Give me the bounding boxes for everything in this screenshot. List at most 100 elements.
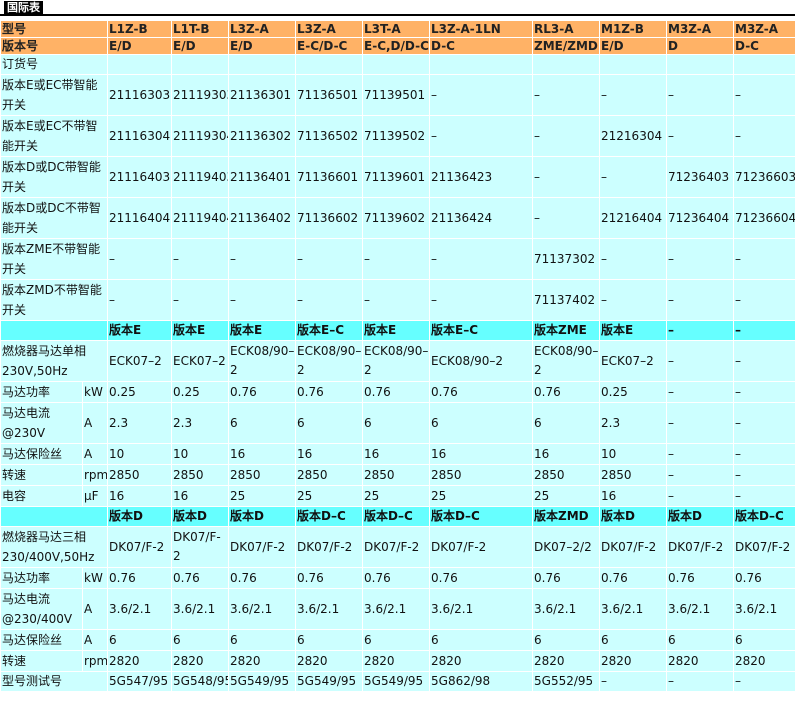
spec-value: 0.76 (667, 568, 734, 588)
order-value: – (172, 239, 229, 279)
single_phase-motor-row: 燃烧器马达单相230V,50Hz ECK07–2 ECK07–2 ECK08/90–2… (1, 341, 795, 381)
spec-value: 6 (363, 403, 430, 443)
spec-value: 2820 (600, 651, 667, 671)
spec-value: – (734, 465, 795, 485)
model-name: L3Z-A (296, 21, 363, 37)
three_phase-version-row: 版本D 版本D 版本D 版本D–C 版本D–C 版本D–C 版本ZMD 版本D 版本D 版本D–C (1, 507, 795, 526)
motor-model-value: – (667, 341, 734, 381)
empty-cell (533, 55, 600, 74)
title-rule (0, 14, 795, 16)
test-number: 5G549/95 (363, 672, 430, 691)
empty-cell (600, 55, 667, 74)
motor-model-value: ECK07–2 (172, 341, 229, 381)
spec-table-container: 型号 L1Z-B L1T-B L3Z-A L3Z-A L3T-A L3Z-A-1LN RL3-… (0, 20, 795, 692)
empty-cell (734, 55, 795, 74)
three_phase-motor-row: 燃烧器马达三相230/400V,50Hz DK07/F-2 DK07/F-2 DK07… (1, 527, 795, 567)
empty-cell (108, 55, 172, 74)
version-label: 版本E (172, 321, 229, 340)
test-number: – (734, 672, 795, 691)
test-number: 5G549/95 (296, 672, 363, 691)
spec-value: 0.76 (533, 568, 600, 588)
order-value: 71136501 (296, 75, 363, 115)
spec-value: 3.6/2.1 (296, 589, 363, 629)
row-label: 马达保险丝 (1, 630, 82, 650)
spec-value: 3.6/2.1 (229, 589, 296, 629)
header-label: 型号 (1, 21, 108, 37)
version-code: E/D (108, 38, 172, 54)
spec-value: 2.3 (600, 403, 667, 443)
order-value: – (108, 239, 172, 279)
version-code: D-C (430, 38, 533, 54)
spec-value: 6 (363, 630, 430, 650)
spec-value: 0.25 (172, 382, 229, 402)
row-label: 版本ZMD不带智能开关 (1, 280, 108, 320)
order-value: 21116304 (108, 116, 172, 156)
version-label: – (734, 321, 795, 340)
version-label: 版本D–C (430, 507, 533, 526)
order-value: 21136401 (229, 157, 296, 197)
header-row-versions: 版本号 E/D E/D E/D E-C/D-C E-C,D/D-C D-C ZME/ZMD E/… (1, 38, 795, 54)
model-name: L1T-B (172, 21, 229, 37)
row-label: 版本E或EC不带智能开关 (1, 116, 108, 156)
version-label: 版本E–C (296, 321, 363, 340)
order-value: – (533, 157, 600, 197)
header-label: 版本号 (1, 38, 108, 54)
model-name: L3T-A (363, 21, 430, 37)
order-value: 71236404 (667, 198, 734, 238)
spec-value: 6 (533, 630, 600, 650)
version-code: ZME/ZMD (533, 38, 600, 54)
order-value: 21136424 (430, 198, 533, 238)
row-label: 燃烧器马达三相230/400V,50Hz (1, 527, 108, 567)
spec-value: 0.76 (430, 382, 533, 402)
version-label: 版本ZME (533, 321, 600, 340)
spec-value: 2.3 (172, 403, 229, 443)
motor-model-value: ECK08/90–2 (430, 341, 533, 381)
order-value: 71139601 (363, 157, 430, 197)
version-code: D (667, 38, 734, 54)
spec-value: 16 (229, 444, 296, 464)
spec-value: 6 (108, 630, 172, 650)
version-code: E/D (600, 38, 667, 54)
spec-value: 6 (430, 403, 533, 443)
three_phase-spec-row: 马达功率 kW 0.76 0.76 0.76 0.76 0.76 0.76 0.76 0.76 0.… (1, 568, 795, 588)
spec-value: 2820 (430, 651, 533, 671)
spec-value: 6 (296, 630, 363, 650)
spec-value: 2820 (172, 651, 229, 671)
order-value: – (600, 75, 667, 115)
spec-value: 3.6/2.1 (363, 589, 430, 629)
order-row: 版本E或EC不带智能开关 21116304 21119304 21136302 7113… (1, 116, 795, 156)
model-name: L1Z-B (108, 21, 172, 37)
test-row: 型号测试号 5G547/95 5G548/95 5G549/95 5G549/95 5G5… (1, 672, 795, 691)
spec-value: 0.76 (229, 382, 296, 402)
motor-model-value: DK07/F-2 (172, 527, 229, 567)
unit: rpm (83, 465, 108, 485)
spec-value: 25 (229, 486, 296, 506)
order-value: – (229, 239, 296, 279)
three_phase-spec-row: 转速 rpm 2820 2820 2820 2820 2820 2820 2820 2820 282… (1, 651, 795, 671)
spec-value: 25 (533, 486, 600, 506)
spec-value: – (667, 486, 734, 506)
model-name: RL3-A (533, 21, 600, 37)
motor-model-value: DK07/F-2 (108, 527, 172, 567)
order-value: 71136602 (296, 198, 363, 238)
spec-value: 2820 (734, 651, 795, 671)
test-number: 5G552/95 (533, 672, 600, 691)
order-value: 21136402 (229, 198, 296, 238)
test-number: 5G549/95 (229, 672, 296, 691)
motor-model-value: ECK08/90–2 (363, 341, 430, 381)
order-value: 71236603 (734, 157, 795, 197)
order-value: 71136502 (296, 116, 363, 156)
order-value: 21136302 (229, 116, 296, 156)
spec-value: 6 (172, 630, 229, 650)
version-label: 版本E (600, 321, 667, 340)
spec-value: 6 (229, 403, 296, 443)
motor-model-value: DK07/F-2 (667, 527, 734, 567)
spec-value: 0.76 (172, 568, 229, 588)
spec-value: 10 (108, 444, 172, 464)
spec-value: 3.6/2.1 (734, 589, 795, 629)
spec-value: 2.3 (108, 403, 172, 443)
order-value: – (296, 239, 363, 279)
version-code: E/D (229, 38, 296, 54)
order-row: 版本D或DC不带智能开关 21116404 21119404 21136402 7113… (1, 198, 795, 238)
spec-value: 0.25 (600, 382, 667, 402)
